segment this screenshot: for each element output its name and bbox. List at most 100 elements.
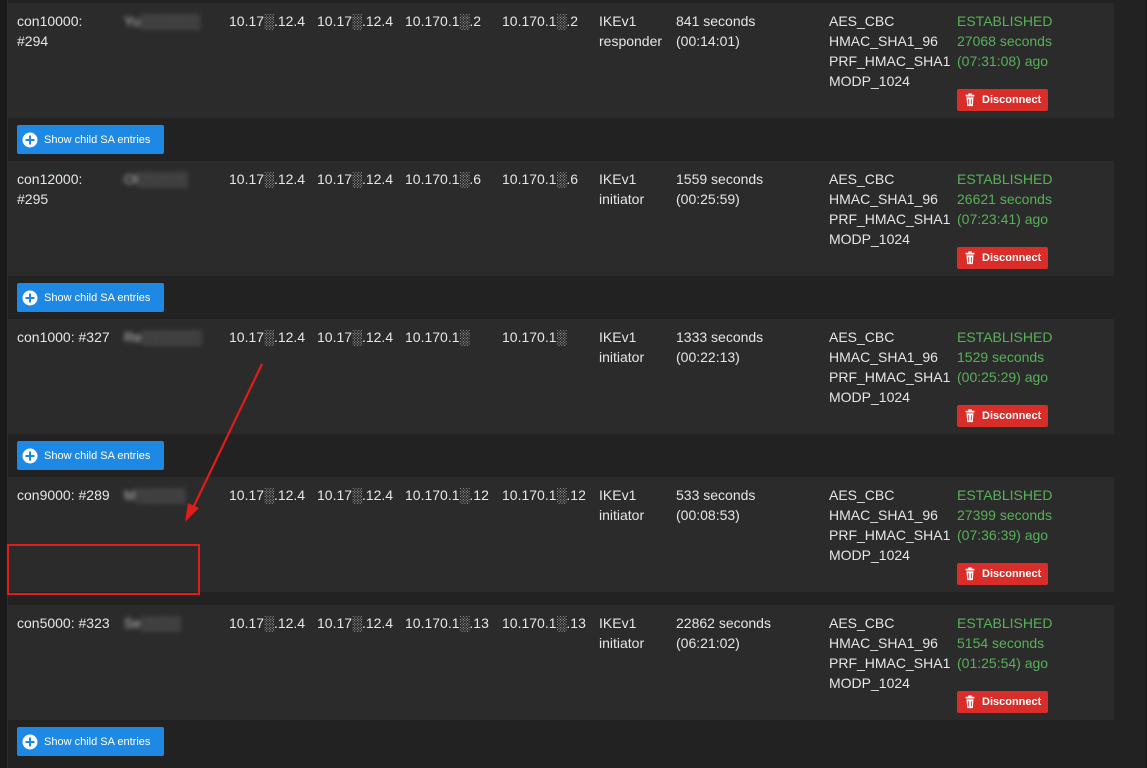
- ike-role: IKEv1 initiator: [599, 327, 644, 367]
- status-line: (07:36:39) ago: [957, 527, 1049, 543]
- algorithms-line: AES_CBC: [829, 615, 895, 631]
- annotation-highlight-box: [7, 544, 200, 595]
- local-id-line: 10.17░.12.4: [229, 13, 306, 29]
- algorithms-line: MODP_1024: [829, 389, 910, 405]
- show-child-sa-button[interactable]: Show child SA entries: [17, 125, 164, 154]
- disconnect-button[interactable]: Disconnect: [957, 563, 1048, 585]
- connection-id-line: con5000: #323: [17, 615, 110, 631]
- plus-circle-icon: [22, 132, 38, 148]
- disconnect-button[interactable]: Disconnect: [957, 247, 1048, 269]
- remote-ip: 10.170.1░.6: [502, 169, 578, 189]
- lifetime-line: 22862 seconds: [676, 615, 771, 631]
- local-ip: 10.170.1░: [405, 327, 469, 347]
- description-line: M░░░░░: [124, 487, 186, 503]
- algorithms-line: HMAC_SHA1_96: [829, 635, 938, 651]
- algorithms-line: MODP_1024: [829, 231, 910, 247]
- algorithms: AES_CBC HMAC_SHA1_96 PRF_HMAC_SHA1 MODP_102…: [829, 327, 950, 407]
- connection-id: con1000: #327: [17, 327, 110, 347]
- ike-role-line: IKEv1: [599, 615, 637, 631]
- algorithms-line: AES_CBC: [829, 329, 895, 345]
- trash-icon: [961, 408, 978, 425]
- algorithms-line: HMAC_SHA1_96: [829, 191, 938, 207]
- lifetime: 841 seconds (00:14:01): [676, 11, 755, 51]
- remote-id-line: 10.17░.12.4: [317, 487, 394, 503]
- local-id: 10.17░.12.4: [229, 327, 305, 347]
- connection-id-line: con12000:: [17, 171, 83, 187]
- description: Se░░░░: [124, 613, 181, 633]
- local-id: 10.17░.12.4: [229, 613, 305, 633]
- sa-row: con12000: #295 Ol░░░░░ 10.17░.12.4 10.17░.12…: [8, 161, 1114, 276]
- local-id-line: 10.17░.12.4: [229, 171, 306, 187]
- algorithms-line: AES_CBC: [829, 13, 895, 29]
- description-line: Re░░░░░░: [124, 329, 202, 345]
- status-line: ESTABLISHED: [957, 329, 1053, 345]
- local-ip-line: 10.170.1░.6: [405, 171, 482, 187]
- status-line: 5154 seconds: [957, 635, 1045, 651]
- description: M░░░░░: [124, 485, 185, 505]
- ike-role-line: initiator: [599, 507, 645, 523]
- connection-id: con9000: #289: [17, 485, 110, 505]
- disconnect-button[interactable]: Disconnect: [957, 691, 1048, 713]
- description-line: Se░░░░: [124, 615, 181, 631]
- local-id-line: 10.17░.12.4: [229, 615, 306, 631]
- show-child-sa-label: Show child SA entries: [44, 133, 151, 146]
- remote-id: 10.17░.12.4: [317, 485, 393, 505]
- status-line: ESTABLISHED: [957, 615, 1053, 631]
- disconnect-label: Disconnect: [982, 94, 1042, 106]
- show-child-sa-button[interactable]: Show child SA entries: [17, 441, 164, 470]
- show-child-sa-label: Show child SA entries: [44, 735, 151, 748]
- ike-role-line: IKEv1: [599, 487, 637, 503]
- lifetime: 1333 seconds (00:22:13): [676, 327, 763, 367]
- lifetime-line: 1333 seconds: [676, 329, 764, 345]
- trash-icon: [961, 566, 978, 583]
- lifetime-line: (00:14:01): [676, 33, 740, 49]
- local-id: 10.17░.12.4: [229, 485, 305, 505]
- plus-circle-icon: [22, 290, 38, 306]
- status-line: 1529 seconds: [957, 349, 1045, 365]
- status: ESTABLISHED 5154 seconds (01:25:54) ago: [957, 613, 1052, 673]
- remote-ip: 10.170.1░.12: [502, 485, 586, 505]
- remote-id-line: 10.17░.12.4: [317, 329, 394, 345]
- algorithms-line: PRF_HMAC_SHA1: [829, 527, 951, 543]
- disconnect-label: Disconnect: [982, 410, 1042, 422]
- local-id-line: 10.17░.12.4: [229, 329, 306, 345]
- ike-role-line: initiator: [599, 635, 645, 651]
- trash-icon: [961, 694, 978, 711]
- algorithms-line: MODP_1024: [829, 675, 910, 691]
- lifetime: 533 seconds (00:08:53): [676, 485, 755, 525]
- lifetime-line: 1559 seconds: [676, 171, 764, 187]
- remote-ip-line: 10.170.1░.2: [502, 13, 579, 29]
- disconnect-label: Disconnect: [982, 252, 1042, 264]
- lifetime-line: (00:22:13): [676, 349, 740, 365]
- show-child-sa-button[interactable]: Show child SA entries: [17, 727, 164, 756]
- remote-ip-line: 10.170.1░.12: [502, 487, 586, 503]
- algorithms-line: PRF_HMAC_SHA1: [829, 211, 951, 227]
- algorithms-line: AES_CBC: [829, 487, 895, 503]
- show-child-sa-button[interactable]: Show child SA entries: [17, 283, 164, 312]
- description-line: Yu░░░░░░: [124, 13, 200, 29]
- trash-icon: [961, 250, 978, 267]
- algorithms-line: MODP_1024: [829, 73, 910, 89]
- description: Ol░░░░░: [124, 169, 188, 189]
- local-ip-line: 10.170.1░: [405, 329, 470, 345]
- disconnect-button[interactable]: Disconnect: [957, 89, 1048, 111]
- ike-role-line: IKEv1: [599, 171, 637, 187]
- disconnect-button[interactable]: Disconnect: [957, 405, 1048, 427]
- status-line: 27399 seconds: [957, 507, 1052, 523]
- remote-id-line: 10.17░.12.4: [317, 13, 394, 29]
- plus-circle-icon: [22, 734, 38, 750]
- description-line: Ol░░░░░: [124, 171, 188, 187]
- description: Re░░░░░░: [124, 327, 201, 347]
- ike-role-line: initiator: [599, 191, 645, 207]
- local-ip-line: 10.170.1░.2: [405, 13, 482, 29]
- status-line: 26621 seconds: [957, 191, 1052, 207]
- lifetime-line: 533 seconds: [676, 487, 756, 503]
- remote-id-line: 10.17░.12.4: [317, 615, 394, 631]
- algorithms-line: HMAC_SHA1_96: [829, 507, 938, 523]
- status-line: 27068 seconds: [957, 33, 1052, 49]
- ike-role-line: IKEv1: [599, 13, 637, 29]
- remote-id: 10.17░.12.4: [317, 11, 393, 31]
- status-line: ESTABLISHED: [957, 13, 1053, 29]
- remote-ip: 10.170.1░.2: [502, 11, 578, 31]
- connection-id-line: con9000: #289: [17, 487, 110, 503]
